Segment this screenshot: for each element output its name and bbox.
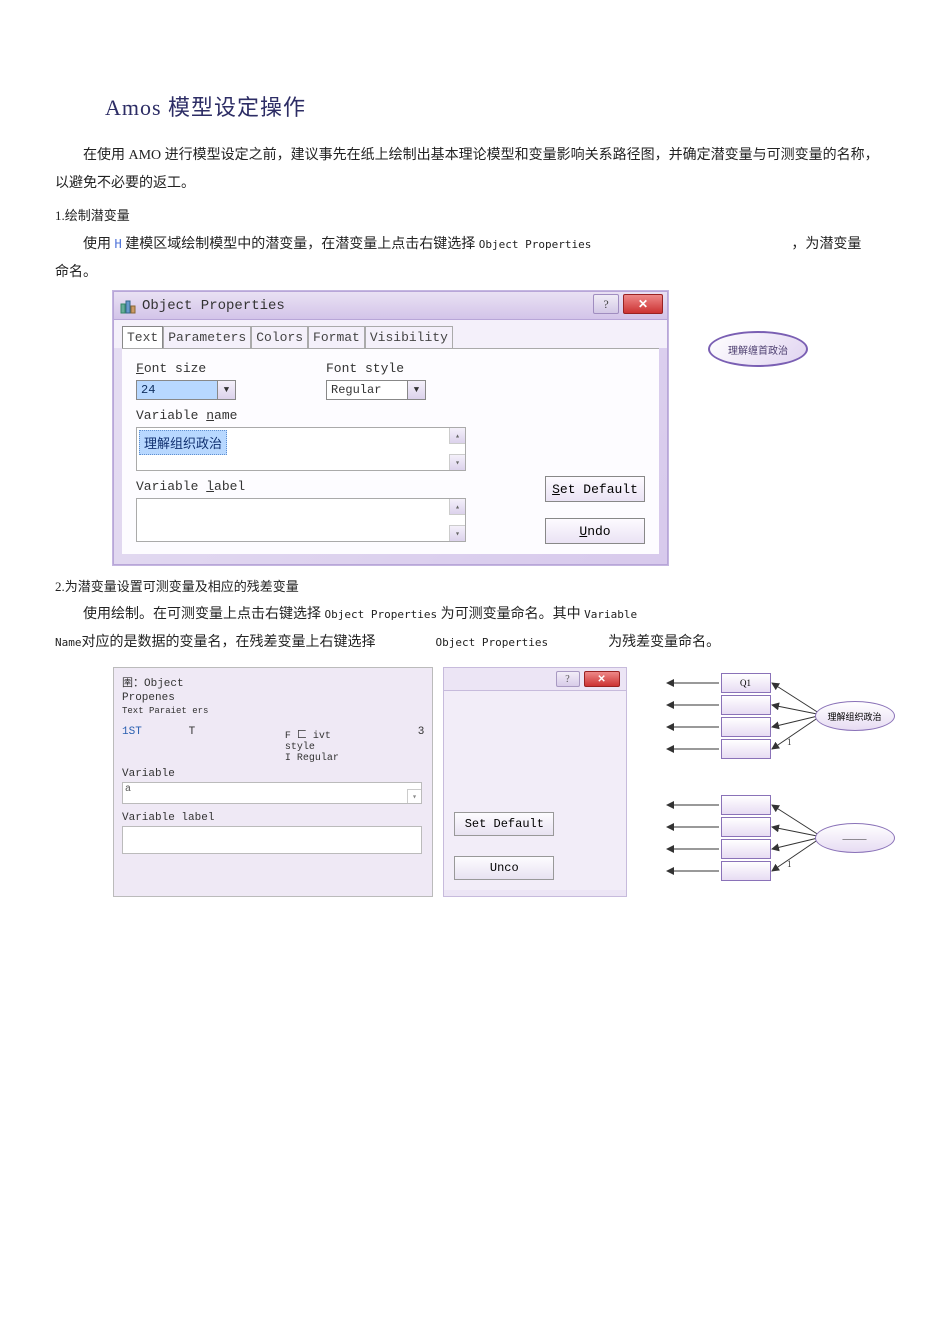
undo-button[interactable]: UndoUndo xyxy=(545,518,645,544)
variable-label-label: Variable label xyxy=(136,479,245,494)
dialog-right-panel: ? ✕ Set Default Unco xyxy=(443,667,626,897)
dialog-icon xyxy=(120,298,136,314)
section-2-line1: 使用绘制。在可测变量上点击右键选择 Object Properties 为可测变… xyxy=(55,601,890,629)
tab-format[interactable]: Format xyxy=(308,326,365,348)
d2-num3: 3 xyxy=(418,726,425,738)
d2-variable-label-input[interactable] xyxy=(122,826,422,854)
text-tail: ，为潜变量 xyxy=(791,237,861,252)
d2-fontlabel: F 匚 ivt xyxy=(285,726,395,742)
rect-node xyxy=(721,861,771,881)
d2-fontlabel2: style xyxy=(285,742,395,753)
d2-T: T xyxy=(189,726,196,738)
close-button[interactable]: ✕ xyxy=(584,671,620,687)
scroll-up-icon[interactable]: ▴ xyxy=(449,499,465,515)
object-properties-dialog-2: 圉：Object Propenes Text Paraiet ers 1ST T… xyxy=(113,667,433,897)
model-diagram: 1 1 Q1 理解组织政治 ——— xyxy=(637,667,890,897)
font-size-combo[interactable]: ▼ xyxy=(136,380,236,400)
rect-node xyxy=(721,839,771,859)
undo-button[interactable]: Unco xyxy=(454,856,554,880)
set-default-button[interactable]: Set Default xyxy=(454,812,554,836)
section-1-title: 1.绘制潜变量 xyxy=(55,202,890,230)
rect-node xyxy=(721,817,771,837)
variable-name-field[interactable]: 理解组织政治 ▴ ▾ xyxy=(136,427,466,471)
code-obj-prop: Object Properties xyxy=(325,608,438,621)
help-button[interactable]: ? xyxy=(593,294,619,314)
rect-node xyxy=(721,717,771,737)
variable-label-field[interactable]: ▴ ▾ xyxy=(136,498,466,542)
svg-text:1: 1 xyxy=(787,737,792,747)
set-default-button[interactable]: Set DefaultSet Default xyxy=(545,476,645,502)
font-style-combo[interactable]: ▼ xyxy=(326,380,426,400)
code-obj-prop: Object Properties xyxy=(479,238,592,251)
h-glyph: H xyxy=(115,237,122,251)
d2-variable-label2: Variable label xyxy=(122,812,424,824)
d2-num1: 1ST xyxy=(122,726,182,738)
rect-node xyxy=(721,739,771,759)
code-variable: Variable xyxy=(584,608,637,621)
chevron-down-icon[interactable]: ▼ xyxy=(407,381,425,399)
text-mid: 建模区域绘制模型中的潜变量，在潜变量上点击右键选择 xyxy=(122,237,479,252)
section-2-title: 2.为潜变量设置可测变量及相应的残差变量 xyxy=(55,573,890,601)
d2-variable-label: Variable xyxy=(122,768,424,780)
rect-q1: Q1 xyxy=(721,673,771,693)
intro-paragraph: 在使用 AMO 进行模型设定之前，建议事先在纸上绘制出基本理论模型和变量影响关系… xyxy=(55,142,890,198)
help-button[interactable]: ? xyxy=(556,671,580,687)
dialog-tabs: Text Parameters Colors Format Visibility xyxy=(114,320,667,348)
page-title: Amos 模型设定操作 xyxy=(55,90,890,122)
section-2-line2: Name对应的是数据的变量名，在残差变量上右键选择Object Properti… xyxy=(55,629,890,657)
dialog-panel: FFont sizeont size ▼ Font style ▼ xyxy=(122,348,659,554)
rect-node xyxy=(721,795,771,815)
latent-lower: ——— xyxy=(815,823,895,853)
section-1-text: 使用 H 建模区域绘制模型中的潜变量，在潜变量上点击右键选择 Object Pr… xyxy=(55,230,890,259)
d2-variable-input[interactable]: a ▾ xyxy=(122,782,422,804)
tab-colors[interactable]: Colors xyxy=(251,326,308,348)
font-style-input[interactable] xyxy=(327,381,407,399)
tab-text[interactable]: Text xyxy=(122,326,163,349)
svg-text:1: 1 xyxy=(787,859,792,869)
d2-header3: Text Paraiet ers xyxy=(122,706,424,716)
close-button[interactable]: ✕ xyxy=(623,294,663,314)
font-style-label: Font style xyxy=(326,361,426,376)
font-size-input[interactable] xyxy=(137,381,217,399)
variable-name-label: Variable name xyxy=(136,408,237,423)
font-size-label: FFont sizeont size xyxy=(136,361,236,376)
d2-variable-value: a xyxy=(123,782,133,797)
d2-header1: 圉：Object xyxy=(122,674,424,690)
section-1-cont: 命名。 xyxy=(55,259,890,287)
dialog-titlebar: Object Properties ? ✕ xyxy=(114,292,667,320)
dialog-title: Object Properties xyxy=(142,298,285,314)
variable-name-value: 理解组织政治 xyxy=(139,430,227,455)
scroll-down-icon[interactable]: ▾ xyxy=(449,525,465,541)
latent-variable-ellipse: 理解缠首政治 xyxy=(708,331,808,367)
code-obj-prop: Object Properties xyxy=(436,636,549,649)
scroll-down-icon[interactable]: ▾ xyxy=(407,789,421,803)
tab-visibility[interactable]: Visibility xyxy=(365,326,453,348)
rect-node xyxy=(721,695,771,715)
scroll-down-icon[interactable]: ▾ xyxy=(449,454,465,470)
text-pre: 使用 xyxy=(83,237,115,252)
scroll-up-icon[interactable]: ▴ xyxy=(449,428,465,444)
latent-upper: 理解组织政治 xyxy=(815,701,895,731)
d2-fontvalue: I Regular xyxy=(285,753,395,764)
chevron-down-icon[interactable]: ▼ xyxy=(217,381,235,399)
d2-header2: Propenes xyxy=(122,692,424,704)
object-properties-dialog: Object Properties ? ✕ Text Parameters Co… xyxy=(113,291,668,565)
tab-parameters[interactable]: Parameters xyxy=(163,326,251,348)
